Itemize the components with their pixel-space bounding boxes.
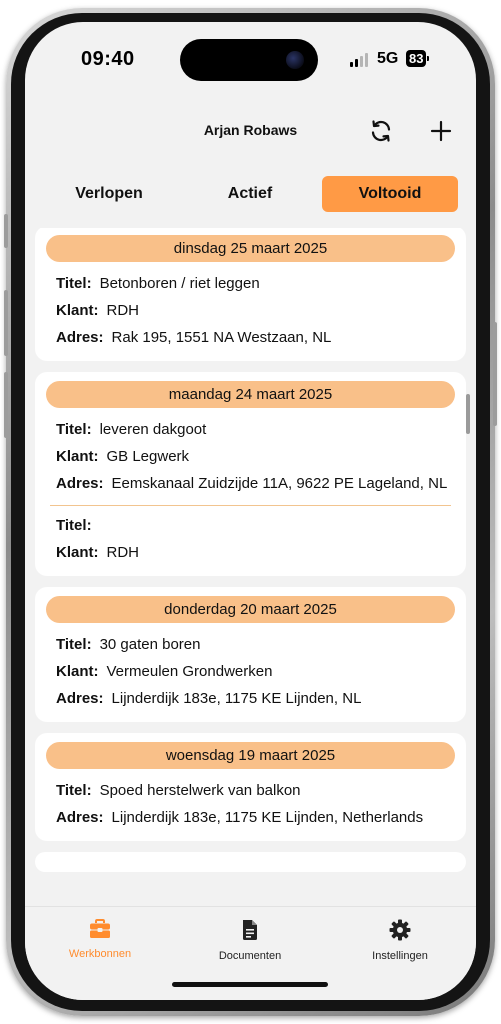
camera-icon: [286, 51, 304, 69]
work-order-entry[interactable]: Titel: Spoed herstelwerk van balkon Adres…: [46, 769, 455, 827]
klant-value: RDH: [106, 544, 140, 561]
titel-label: Titel:: [56, 275, 92, 292]
adres-value: Rak 195, 1551 NA Westzaan, NL: [111, 329, 332, 346]
date-header: maandag 24 maart 2025: [46, 381, 455, 408]
tab-actief[interactable]: Actief: [182, 176, 318, 212]
work-order-list[interactable]: dinsdag 25 maart 2025 Titel: Betonboren /…: [35, 228, 466, 900]
signal-icon: [350, 53, 368, 67]
nav-label: Instellingen: [372, 950, 428, 962]
entry-divider: [50, 505, 451, 506]
work-order-entry[interactable]: Titel: leveren dakgoot Klant: GB Legwerk A…: [46, 408, 455, 493]
titel-label: Titel:: [56, 782, 92, 799]
adres-value: Lijnderdijk 183e, 1175 KE Lijnden, Nethe…: [111, 809, 424, 826]
document-icon: [243, 920, 257, 940]
titel-value: [100, 516, 455, 535]
tab-verlopen[interactable]: Verlopen: [41, 176, 177, 212]
status-time: 09:40: [81, 48, 135, 70]
titel-value: Spoed herstelwerk van balkon: [99, 782, 301, 799]
titel-label: Titel:: [56, 517, 92, 534]
volume-up-button: [4, 290, 8, 356]
refresh-button[interactable]: [366, 116, 396, 146]
plus-icon: [430, 120, 452, 142]
nav-instellingen[interactable]: Instellingen: [325, 919, 475, 962]
work-order-entry[interactable]: Titel: Klant: RDH: [46, 516, 455, 562]
adres-label: Adres:: [56, 329, 104, 346]
action-button: [4, 214, 8, 248]
work-order-card[interactable]: dinsdag 25 maart 2025 Titel: Betonboren /…: [35, 228, 466, 361]
work-order-entry[interactable]: Titel: Betonboren / riet leggen Klant: RDH…: [46, 262, 455, 347]
date-header: woensdag 19 maart 2025: [46, 742, 455, 769]
tab-voltooid[interactable]: Voltooid: [322, 176, 458, 212]
adres-value: Lijnderdijk 183e, 1175 KE Lijnden, NL: [111, 690, 362, 707]
nav-documenten[interactable]: Documenten: [175, 919, 325, 962]
dynamic-island: [180, 39, 318, 81]
titel-label: Titel:: [56, 636, 92, 653]
adres-value: Eemskanaal Zuidzijde 11A, 9622 PE Lagela…: [111, 475, 448, 492]
adres-label: Adres:: [56, 809, 104, 826]
klant-label: Klant:: [56, 544, 99, 561]
titel-value: leveren dakgoot: [99, 421, 207, 438]
nav-label: Werkbonnen: [68, 948, 132, 960]
refresh-icon: [371, 120, 391, 142]
work-order-card[interactable]: maandag 24 maart 2025 Titel: leveren dakg…: [35, 372, 466, 576]
battery-icon: 83: [406, 50, 431, 67]
add-button[interactable]: [426, 116, 456, 146]
titel-value: 30 gaten boren: [99, 636, 201, 653]
page-title: Arjan Robaws: [203, 122, 298, 138]
nav-werkbonnen[interactable]: Werkbonnen: [25, 919, 175, 960]
date-header: dinsdag 25 maart 2025: [46, 235, 455, 262]
klant-value: Vermeulen Grondwerken: [106, 663, 273, 680]
work-order-entry[interactable]: Titel: 30 gaten boren Klant: Vermeulen Gro…: [46, 623, 455, 708]
nav-label: Documenten: [218, 950, 282, 962]
gear-icon: [389, 919, 411, 941]
scrollbar[interactable]: [466, 394, 470, 434]
klant-label: Klant:: [56, 663, 99, 680]
klant-value: RDH: [106, 302, 140, 319]
titel-value: Betonboren / riet leggen: [99, 275, 260, 292]
work-order-card[interactable]: [35, 852, 466, 872]
work-order-card[interactable]: donderdag 20 maart 2025 Titel: 30 gaten b…: [35, 587, 466, 722]
app-screen: 09:40 5G 83 Arjan Robaws Verlopen Actief…: [25, 22, 476, 1000]
toolbox-icon: [90, 919, 110, 938]
network-type: 5G: [377, 50, 399, 67]
titel-label: Titel:: [56, 421, 92, 438]
klant-value: GB Legwerk: [106, 448, 190, 465]
volume-down-button: [4, 372, 8, 438]
date-header: donderdag 20 maart 2025: [46, 596, 455, 623]
klant-label: Klant:: [56, 448, 99, 465]
adres-label: Adres:: [56, 475, 104, 492]
klant-label: Klant:: [56, 302, 99, 319]
work-order-card[interactable]: woensdag 19 maart 2025 Titel: Spoed herst…: [35, 733, 466, 841]
power-button: [493, 322, 497, 426]
adres-label: Adres:: [56, 690, 104, 707]
home-indicator[interactable]: [172, 982, 328, 987]
